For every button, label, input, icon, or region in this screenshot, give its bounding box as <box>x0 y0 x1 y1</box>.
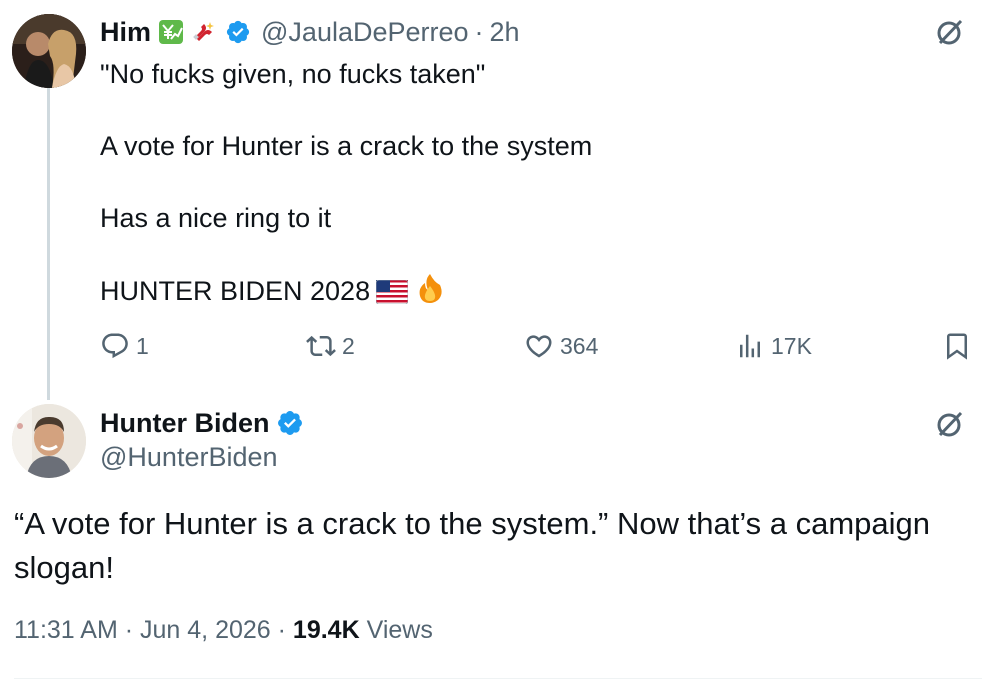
tweet1-author-name[interactable]: Him <box>100 17 151 48</box>
repost-count: 2 <box>342 332 355 359</box>
tweet1-line-with-emoji: HUNTER BIDEN 2028 <box>100 272 940 309</box>
tweet2-meta: 11:31 AM · Jun 4, 2026 · 19.4K Views <box>14 616 433 645</box>
grok-icon[interactable] <box>932 14 968 50</box>
tweet1-text: "No fucks given, no fucks taken" A vote … <box>100 56 940 309</box>
bookmark-icon <box>947 333 967 360</box>
tweet2-date[interactable]: Jun 4, 2026 <box>140 616 271 644</box>
divider <box>14 678 982 679</box>
tweet1-line: "No fucks given, no fucks taken" <box>100 59 486 89</box>
heart-icon <box>526 335 552 358</box>
verified-badge-icon[interactable] <box>276 409 304 437</box>
bookmark-button[interactable] <box>942 328 978 364</box>
tweet1-line: Has a nice ring to it <box>100 203 332 233</box>
reply-count: 1 <box>136 332 149 359</box>
tweet2-text: “A vote for Hunter is a crack to the sys… <box>14 506 931 585</box>
analytics-icon <box>740 334 760 358</box>
magnet-emoji-icon <box>191 18 219 46</box>
chart-yen-emoji-icon <box>157 18 185 46</box>
repost-icon <box>306 335 336 357</box>
grok-icon[interactable] <box>932 406 968 442</box>
tweet1-line: A vote for Hunter is a crack to the syst… <box>100 131 593 161</box>
tweet2-author-handle[interactable]: @HunterBiden <box>100 442 278 473</box>
views-button[interactable]: 17K <box>735 328 812 364</box>
tweet1-time[interactable]: 2h <box>490 17 520 48</box>
like-count: 364 <box>560 332 599 359</box>
tweet2-views-count: 19.4K <box>292 616 360 644</box>
us-flag-emoji-icon <box>376 280 409 304</box>
tweet1-header: Him @JaulaDePerreo · 2h <box>100 14 520 50</box>
avatar-hunter-biden[interactable] <box>12 404 86 478</box>
tweet1-author-handle[interactable]: @JaulaDePerreo <box>261 17 469 48</box>
reply-icon <box>102 333 128 359</box>
separator-dot: · <box>277 616 286 644</box>
separator-dot: · <box>474 16 484 47</box>
tweet2-time[interactable]: 11:31 AM <box>14 616 118 644</box>
reply-button[interactable]: 1 <box>100 328 149 364</box>
tweet2-author-name[interactable]: Hunter Biden <box>100 408 270 439</box>
thread-connector-line <box>47 88 50 400</box>
tweet2-author-row: Hunter Biden <box>100 404 314 442</box>
avatar-him[interactable] <box>12 14 86 88</box>
repost-button[interactable]: 2 <box>306 328 355 364</box>
verified-badge-icon[interactable] <box>225 19 251 45</box>
tweet1-action-bar: 1 2 364 17K <box>100 328 980 364</box>
like-button[interactable]: 364 <box>524 328 598 364</box>
fire-emoji-icon <box>414 272 446 304</box>
views-count: 17K <box>771 332 812 359</box>
tweet1-line: HUNTER BIDEN 2028 <box>100 276 371 306</box>
tweet2-views-label: Views <box>366 616 433 644</box>
separator-dot: · <box>124 616 134 644</box>
